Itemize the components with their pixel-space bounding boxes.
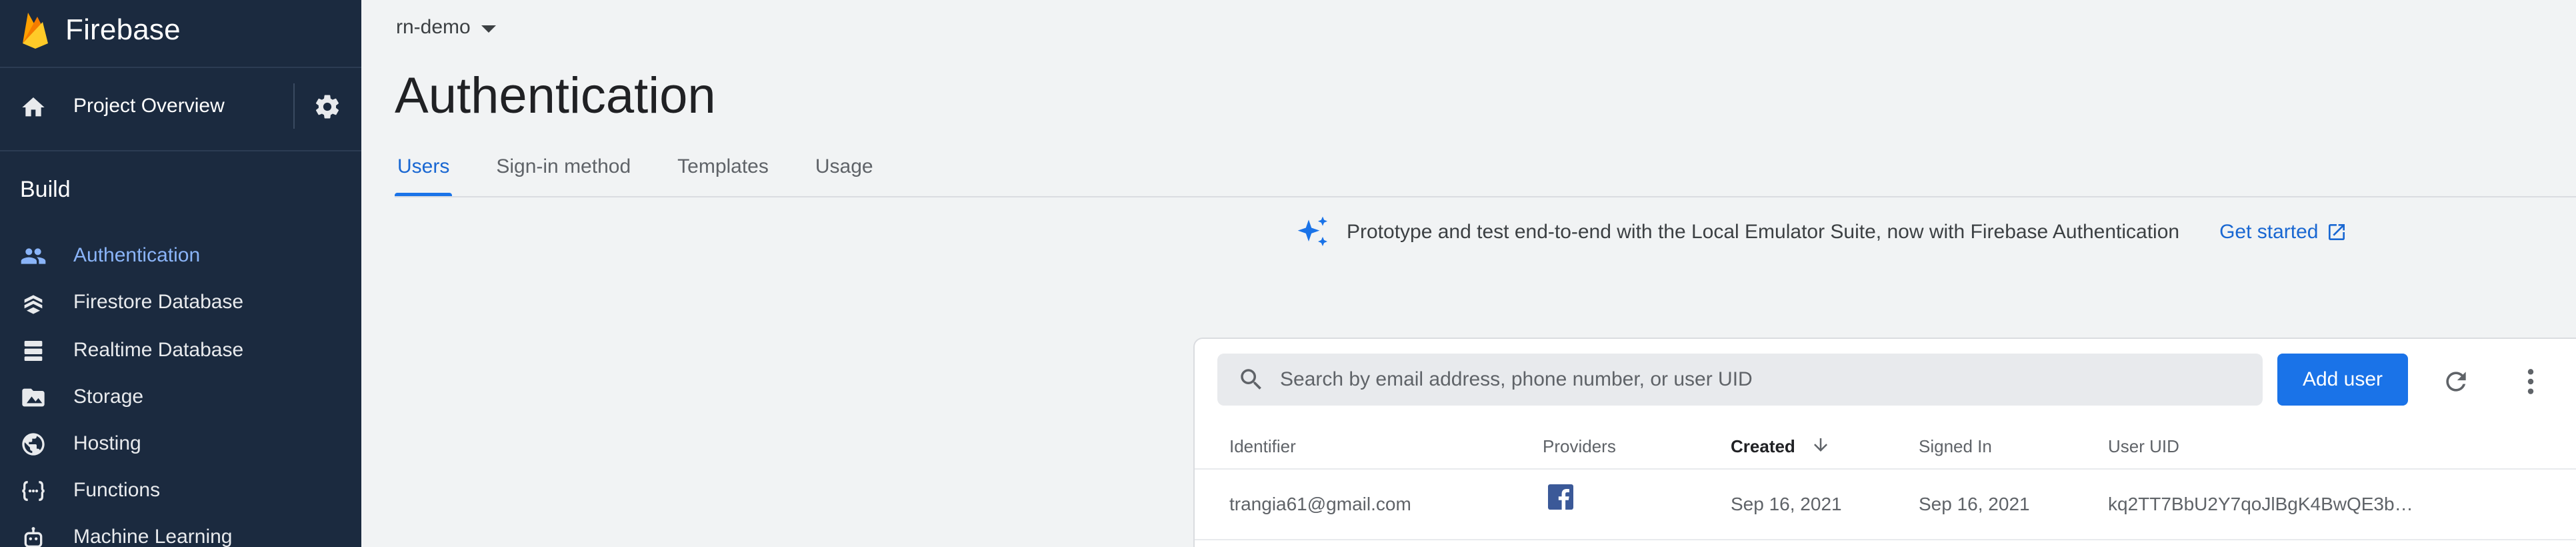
divider [0,67,361,68]
tab-templates[interactable]: Templates [675,150,771,197]
project-overview-row: Project Overview [0,77,361,135]
get-started-link[interactable]: Get started [2219,221,2347,243]
sidebar-item-machine-learning[interactable]: Machine Learning [0,516,361,547]
column-header-providers: Providers [1543,436,1616,456]
firebase-brand[interactable]: Firebase [20,7,181,53]
brand-name: Firebase [65,13,181,46]
project-overview-link[interactable]: Project Overview [73,95,225,117]
page-title: Authentication [395,67,716,124]
divider [293,83,295,129]
sidebar-item-realtime-database[interactable]: Realtime Database [0,330,361,370]
sparkle-icon [1297,216,1327,246]
sidebar-item-label: Authentication [73,244,201,266]
facebook-icon [1548,484,1573,510]
tab-users[interactable]: Users [395,150,453,197]
divider [1195,539,2576,540]
user-uid: kq2TT7BbU2Y7qoJlBgK4BwQE3b… [2108,494,2413,514]
firebase-logo-icon [23,13,48,49]
sidebar-item-label: Functions [73,479,161,501]
globe-icon [22,433,45,456]
get-started-label: Get started [2219,221,2319,243]
sidebar-item-hosting[interactable]: Hosting [0,423,361,463]
gear-icon[interactable] [313,93,341,121]
users-icon [21,248,46,264]
firestore-icon [24,295,43,314]
users-card: Add user Identifier Providers Created Si… [1193,338,2576,547]
tab-usage[interactable]: Usage [813,150,876,197]
user-search-box [1217,354,2263,406]
robot-icon [24,527,43,547]
add-user-button[interactable]: Add user [2277,354,2408,406]
sidebar-item-firestore[interactable]: Firestore Database [0,282,361,322]
sidebar-item-label: Machine Learning [73,526,233,547]
tab-bar: Users Sign-in method Templates Usage [395,150,917,197]
main-content: rn-demo Authentication Users Sign-in met… [361,0,2576,547]
arrow-down-icon[interactable] [1811,435,1831,455]
home-icon[interactable] [20,94,47,121]
table-header: Identifier Providers Created Signed In U… [1195,426,2576,468]
user-created-date: Sep 16, 2021 [1731,494,1842,514]
more-vert-icon[interactable] [2524,367,2537,396]
sidebar-item-label: Storage [73,386,144,408]
database-icon [24,341,43,361]
project-selector[interactable]: rn-demo [396,16,496,39]
user-signed-in-date: Sep 16, 2021 [1919,494,2030,514]
table-row[interactable]: trangia61@gmail.com Sep 16, 2021 Sep 16,… [1195,470,2576,539]
emulator-promo-banner: Prototype and test end-to-end with the L… [1295,213,2347,251]
column-header-identifier[interactable]: Identifier [1229,436,1296,457]
external-link-icon [2329,224,2345,240]
sidebar-item-authentication[interactable]: Authentication [0,235,361,275]
sidebar-item-label: Hosting [73,432,141,454]
tab-sign-in-method[interactable]: Sign-in method [493,150,633,197]
image-icon [22,388,45,407]
divider [0,150,361,151]
sidebar-item-storage[interactable]: Storage [0,376,361,416]
refresh-icon[interactable] [2441,367,2471,396]
search-icon [1241,369,1261,390]
sidebar: Firebase Project Overview Build Authenti… [0,0,361,547]
promo-message: Prototype and test end-to-end with the L… [1347,221,2180,243]
search-input[interactable] [1280,368,2213,391]
column-header-created[interactable]: Created [1731,436,1795,457]
user-identifier: trangia61@gmail.com [1229,494,1411,514]
sidebar-item-label: Firestore Database [73,291,244,313]
column-header-signed-in[interactable]: Signed In [1919,436,1992,457]
divider [395,196,2576,197]
chevron-down-icon [481,25,496,33]
functions-icon [22,481,45,501]
sidebar-item-functions[interactable]: Functions [0,470,361,510]
project-name: rn-demo [396,16,471,38]
column-header-user-uid: User UID [2108,436,2179,456]
section-title-build: Build [20,177,71,202]
sidebar-item-label: Realtime Database [73,339,244,361]
